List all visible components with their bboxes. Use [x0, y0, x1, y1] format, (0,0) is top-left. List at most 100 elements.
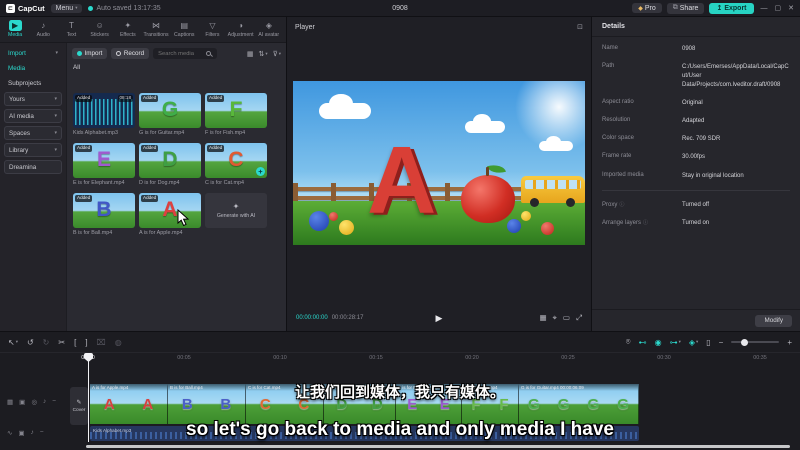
media-item-e-is-for-elephant-mp4[interactable]: E Added E is for Elephant.mp4 — [73, 143, 135, 186]
tab-label: Transitions — [143, 32, 169, 38]
info-icon: ⓘ — [643, 219, 649, 226]
zoom-slider-handle[interactable] — [741, 338, 749, 346]
added-badge: Added — [141, 195, 159, 202]
auto-snapping-icon[interactable]: ◉ — [655, 338, 662, 347]
ruler-tick-label: 00:05 — [177, 355, 191, 361]
ball-blue — [309, 211, 329, 231]
ratio-icon[interactable]: ▭ — [563, 313, 570, 323]
tab-effects[interactable]: ✦ Effects — [114, 19, 142, 38]
tab-transitions[interactable]: ⋈ Transitions — [142, 19, 170, 38]
playhead-line[interactable] — [88, 353, 89, 442]
undo-icon[interactable]: ↺ — [27, 338, 34, 347]
media-item-d-is-for-dog-mp4[interactable]: D Added D is for Dog.mp4 — [139, 143, 201, 186]
sort-icon: ⇅ — [258, 50, 265, 58]
media-item-a-is-for-apple-mp4[interactable]: A Added A is for Apple.mp4 — [139, 193, 201, 236]
modify-button[interactable]: Modify — [755, 314, 792, 327]
media-item-kids-alphabet-mp3[interactable]: Added 08:18 Kids Alphabet.mp3 — [73, 93, 135, 136]
split-icon[interactable]: ✂ — [58, 338, 65, 347]
linking-icon[interactable]: ⊶ ▾ — [670, 338, 681, 347]
tab-audio[interactable]: ♪ Audio — [29, 19, 57, 38]
info-icon: ⓘ — [619, 201, 625, 208]
close-button[interactable]: ✕ — [788, 4, 794, 12]
export-button[interactable]: ↥ Export — [709, 2, 754, 14]
play-button[interactable]: ▶ — [436, 313, 443, 324]
redo-icon[interactable]: ↻ — [43, 338, 50, 347]
details-row-imported-media: Imported media Stay in original location — [602, 172, 790, 181]
timeline-clip-g[interactable]: GGGGG is for Guitar.mp4 00:00:06:09 — [519, 384, 639, 424]
grid-view-icon: ▦ — [246, 50, 254, 58]
media-item-c-is-for-cat-mp4[interactable]: C Added + C is for Cat.mp4 — [205, 143, 267, 186]
tab-media[interactable]: ▶ Media — [1, 19, 29, 38]
share-button[interactable]: ⧉ Share — [666, 2, 705, 14]
timeline-zoom-slider[interactable] — [731, 338, 780, 346]
timeline-scrollbar[interactable] — [86, 445, 790, 448]
add-to-timeline-button[interactable]: + — [256, 167, 265, 176]
search-box[interactable] — [153, 48, 218, 59]
select-tool-icon[interactable]: ↖ ▾ — [8, 338, 18, 347]
tab-label: Text — [66, 32, 77, 38]
timeline-clip-b[interactable]: BBB is for Ball.mp4 — [168, 384, 246, 424]
sidebar-item-label: Import — [8, 49, 26, 57]
player-detach-icon[interactable]: ⊡ — [577, 23, 583, 31]
audio-waveform-icon[interactable]: ∿ — [7, 429, 12, 437]
search-input[interactable] — [156, 49, 207, 58]
media-item-generate-with-ai[interactable]: ✦ Generate with AI — [205, 193, 267, 236]
pro-button[interactable]: ◆ Pro — [632, 3, 662, 13]
maximize-button[interactable]: ▢ — [775, 4, 782, 12]
grass — [293, 201, 585, 245]
media-item-f-is-for-fish-mp4[interactable]: F Added F is for Fish.mp4 — [205, 93, 267, 136]
media-sidebar: Import ▾ Media Subprojects Yours ▾ AI media ▾ Sp… — [0, 43, 66, 331]
timeline-clip-a[interactable]: AAA is for Apple.mp4 — [90, 384, 168, 424]
video-preview[interactable]: A — [293, 81, 585, 245]
main-track-magnet-icon[interactable]: ⊷ — [639, 338, 647, 347]
sidebar-item-ai-media[interactable]: AI media ▾ — [4, 109, 62, 123]
tab-captions[interactable]: ▤ Captions — [170, 19, 198, 38]
menu-button[interactable]: Menu ▾ — [50, 3, 83, 13]
sort-icon[interactable]: ⇅ ▾ — [258, 50, 267, 58]
grid-view-icon[interactable]: ▦ — [247, 50, 254, 58]
filter-icon[interactable]: ⊽ ▾ — [273, 50, 281, 58]
mirror-preview-icon[interactable]: ⌖ — [553, 313, 557, 323]
filter-icon: ⊽ — [272, 50, 278, 58]
sidebar-item-dreamina[interactable]: Dreamina — [4, 160, 62, 174]
sidebar-item-subprojects[interactable]: Subprojects — [4, 77, 62, 89]
record-button[interactable]: Record — [111, 48, 150, 59]
tab-filters[interactable]: ▽ Filters — [198, 19, 226, 38]
quality-icon[interactable]: ▦ — [540, 313, 547, 323]
player-header: Player ⊡ — [287, 17, 591, 37]
zoom-in-icon[interactable]: + — [787, 338, 792, 347]
sidebar-item-import[interactable]: Import ▾ — [4, 47, 62, 59]
multi-select-icon[interactable]: ◈ ▾ — [689, 338, 698, 347]
tab-media-icon: ▶ — [8, 20, 22, 31]
letter-art: A — [162, 197, 178, 221]
collapse-track-icon[interactable]: − — [40, 429, 44, 437]
tab-stickers[interactable]: ☺ Stickers — [86, 19, 114, 38]
generate-with-ai-tile[interactable]: ✦ Generate with AI — [205, 193, 267, 228]
sidebar-item-library[interactable]: Library ▾ — [4, 143, 62, 157]
import-button[interactable]: Import — [72, 48, 108, 59]
letter-art: B — [181, 396, 193, 414]
sidebar-item-media[interactable]: Media — [4, 62, 62, 74]
delete-left-icon[interactable]: [ — [74, 338, 76, 347]
mute-track-icon[interactable]: ♪ — [31, 429, 34, 437]
tab-text[interactable]: T Text — [57, 19, 85, 38]
lock-track-icon[interactable]: ▣ — [18, 429, 24, 437]
preview-axis-icon[interactable]: ▯ — [706, 338, 710, 347]
freeze-frame-icon[interactable]: ◍ — [115, 338, 122, 347]
tab-ai-avatar[interactable]: ◈ AI avatar — [255, 19, 283, 38]
sidebar-item-yours[interactable]: Yours ▾ — [4, 92, 62, 106]
voiceover-mic-icon[interactable]: ⌾ — [626, 337, 631, 347]
delete-icon[interactable]: ⌧ — [97, 338, 106, 347]
fullscreen-icon[interactable]: ⤢ — [576, 313, 582, 323]
search-icon — [206, 51, 212, 56]
sidebar-item-spaces[interactable]: Spaces ▾ — [4, 126, 62, 140]
delete-right-icon[interactable]: ] — [85, 338, 87, 347]
zoom-out-icon[interactable]: − — [719, 338, 724, 347]
minimize-button[interactable]: — — [761, 5, 768, 12]
tab-label: Effects — [119, 32, 136, 38]
tab-adjustment[interactable]: ◑ Adjustment — [227, 19, 255, 38]
chevron-down-icon: ▾ — [55, 50, 58, 56]
media-item-g-is-for-guitar-mp4[interactable]: G Added G is for Guitar.mp4 — [139, 93, 201, 136]
media-item-b-is-for-ball-mp4[interactable]: B Added B is for Ball.mp4 — [73, 193, 135, 236]
timeline-ruler[interactable]: 00:0000:0500:1000:1500:2000:2500:3000:35 — [0, 352, 800, 364]
